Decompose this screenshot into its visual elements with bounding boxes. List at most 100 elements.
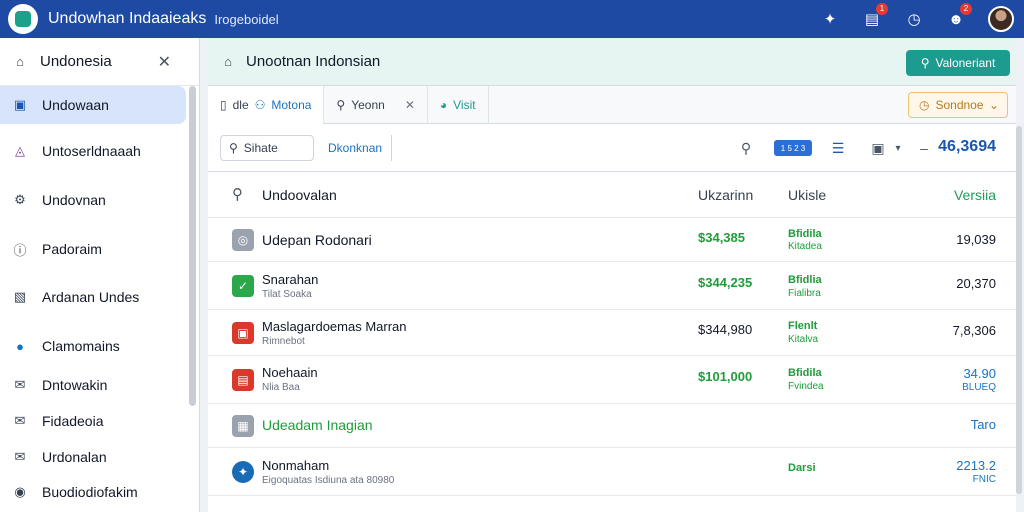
row-name: Nonmaham [262, 458, 330, 473]
doc-icon: ▯ [220, 97, 227, 112]
sidebar-item-label: Undovnan [42, 192, 106, 208]
app-logo[interactable] [8, 4, 38, 34]
row-subtitle: Tilat Soaka [262, 289, 312, 300]
row-amount: $344,980 [698, 322, 753, 337]
sparkle-icon[interactable]: ✦ [820, 9, 840, 29]
table-row[interactable]: ✓ Snarahan Tilat Soaka $344,235 Bfidlia … [208, 262, 1016, 310]
info-icon: ⓘ [13, 242, 27, 258]
sidebar-item-3[interactable]: ⚙ Undovnan [0, 181, 186, 219]
sidebar-item-1[interactable]: ▣ Undowaan [0, 86, 186, 124]
wrench-icon[interactable]: ⚲ [736, 138, 756, 158]
row-value: 19,039 [956, 232, 996, 247]
sidebar-item-7[interactable]: ✉ Dntowakin [0, 366, 186, 404]
sidebar-item-2[interactable]: ◬ Untoserldnaaah [0, 132, 186, 170]
user-icon: ⚇ [254, 97, 266, 112]
app-subtitle: Irogeboidel [214, 11, 279, 27]
tab-search[interactable]: ⚲ Yeonn ✕ [324, 85, 428, 124]
list-icon[interactable]: ☰ [828, 138, 848, 158]
tab-label: Yeonn [351, 97, 385, 112]
row-name: Maslagardoemas Marran [262, 319, 407, 334]
profile-icon[interactable]: ☻ 2 [946, 3, 972, 29]
tab-monitor[interactable]: ▯ dle ⚇ Motona [208, 85, 325, 124]
row-value-secondary: BLUEQ [962, 382, 996, 393]
minus-icon[interactable]: – [914, 138, 934, 158]
row-value: Taro [970, 417, 996, 432]
compass-icon: ✦ [232, 461, 254, 483]
sidebar-item-5[interactable]: ▧ Ardanan Undes [0, 278, 186, 316]
table-row[interactable]: ▦ Udeadam Inagian Taro [208, 404, 1016, 448]
sidebar: ⌂ Undonesia ✕ ▣ Undowaan ◬ Untoserldnaaa… [0, 38, 200, 512]
sidebar-item-label: Untoserldnaaah [42, 143, 141, 159]
main-scrollbar[interactable] [1016, 126, 1022, 494]
close-icon[interactable]: ✕ [158, 52, 171, 72]
logo-mark-icon [15, 11, 31, 27]
gear-icon: ⚙ [14, 192, 26, 207]
profile-badge: 2 [960, 3, 972, 15]
toolbar: ⚲ Sihate Dkonknan ⚲ 1 5 2 3 ☰ ▣ ▾ – 46,3… [208, 124, 1016, 172]
row-name: Snarahan [262, 272, 319, 287]
calendar-icon[interactable]: ▣ [868, 138, 888, 158]
table-row[interactable]: ✦ Nonmaham Eigoquatas Isdiuna ata 80980 … [208, 448, 1016, 496]
circle-icon: ◉ [14, 484, 26, 499]
row-amount: $344,235 [698, 275, 753, 290]
box-icon: ▣ [232, 322, 254, 344]
sidebar-scrollbar[interactable] [189, 86, 196, 406]
search-icon: ⚲ [229, 141, 238, 155]
row-status-secondary: Kitalva [788, 334, 819, 345]
search-icon: ⚲ [336, 97, 346, 112]
row-value: 7,8,306 [952, 323, 996, 338]
primary-action-label: Valoneriant [935, 56, 996, 70]
home-icon: ⌂ [16, 54, 24, 69]
notifications-icon[interactable]: ▤ 1 [862, 3, 888, 29]
sort-select[interactable]: ◷ Sondnoe ⌄ [908, 92, 1008, 118]
caret-down-icon[interactable]: ▾ [888, 138, 908, 158]
row-status: Flenlt [788, 320, 818, 332]
column-header[interactable]: Ukzarinn [698, 187, 753, 203]
row-status-secondary: Fvindea [788, 381, 824, 392]
mail-icon: ✉ [14, 449, 26, 464]
column-header[interactable]: Ukisle [788, 187, 826, 203]
close-icon[interactable]: ✕ [405, 98, 415, 112]
sidebar-item-8[interactable]: ✉ Fidadeoia [0, 402, 186, 440]
table-row[interactable]: ▤ Noehaain Nlia Baa $101,000 Bfidila Fvi… [208, 356, 1016, 404]
sidebar-item-label: Urdonalan [42, 449, 107, 465]
clock-icon: ◷ [919, 98, 930, 112]
circle-icon: ● [16, 338, 24, 354]
sidebar-item-6[interactable]: ● Clamomains [0, 327, 186, 365]
sidebar-item-label: Ardanan Undes [42, 289, 140, 305]
row-status: Darsi [788, 462, 816, 474]
search-input[interactable]: ⚲ Sihate [220, 135, 314, 161]
badge-pill[interactable]: 1 5 2 3 [774, 140, 812, 156]
sidebar-item-4[interactable]: ⓘ Padoraim [0, 230, 186, 268]
sidebar-header-label: Undonesia [40, 53, 112, 70]
globe-icon: ◕ [439, 97, 448, 112]
table-row[interactable]: ◎ Udepan Rodonari $34,385 Bfidila Kitade… [208, 218, 1016, 262]
primary-action-button[interactable]: ⚲ Valoneriant [906, 50, 1010, 76]
filter-button[interactable]: Dkonknan [320, 135, 392, 161]
home-icon: ⌂ [224, 54, 232, 69]
table-row[interactable]: ▣ Maslagardoemas Marran Rimnebot $344,98… [208, 310, 1016, 356]
tab-visit[interactable]: ◕ Visit [428, 85, 489, 124]
tab-bar: ▯ dle ⚇ Motona ⚲ Yeonn ✕ ◕ Visit ◷ Sondn… [208, 85, 1016, 124]
avatar[interactable] [988, 6, 1014, 32]
row-subtitle: Nlia Baa [262, 382, 300, 393]
row-value: 20,370 [956, 276, 996, 291]
sidebar-item-label: Clamomains [42, 338, 120, 354]
page-title: Unootnan Indonsian [246, 53, 381, 70]
chart-icon: ◬ [15, 143, 25, 158]
sidebar-item-label: Dntowakin [42, 377, 108, 393]
chevron-down-icon: ⌄ [988, 98, 999, 112]
mail-icon: ✉ [14, 377, 26, 392]
pin-icon: ⚲ [920, 56, 930, 70]
column-header[interactable]: Undoovalan [262, 187, 337, 203]
sidebar-item-label: Padoraim [42, 241, 102, 257]
sidebar-item-label: Undowaan [42, 97, 109, 113]
sidebar-item-10[interactable]: ◉ Buodiodiofakim [0, 473, 186, 511]
data-table: ⚲ Undoovalan Ukzarinn Ukisle Versiia ◎ U… [208, 172, 1016, 512]
row-subtitle: Rimnebot [262, 336, 305, 347]
sidebar-item-9[interactable]: ✉ Urdonalan [0, 438, 186, 476]
row-amount: $34,385 [698, 230, 745, 245]
tab-label-a: dle [232, 97, 249, 112]
clock-icon[interactable]: ◷ [904, 9, 924, 29]
column-header[interactable]: Versiia [954, 187, 996, 203]
